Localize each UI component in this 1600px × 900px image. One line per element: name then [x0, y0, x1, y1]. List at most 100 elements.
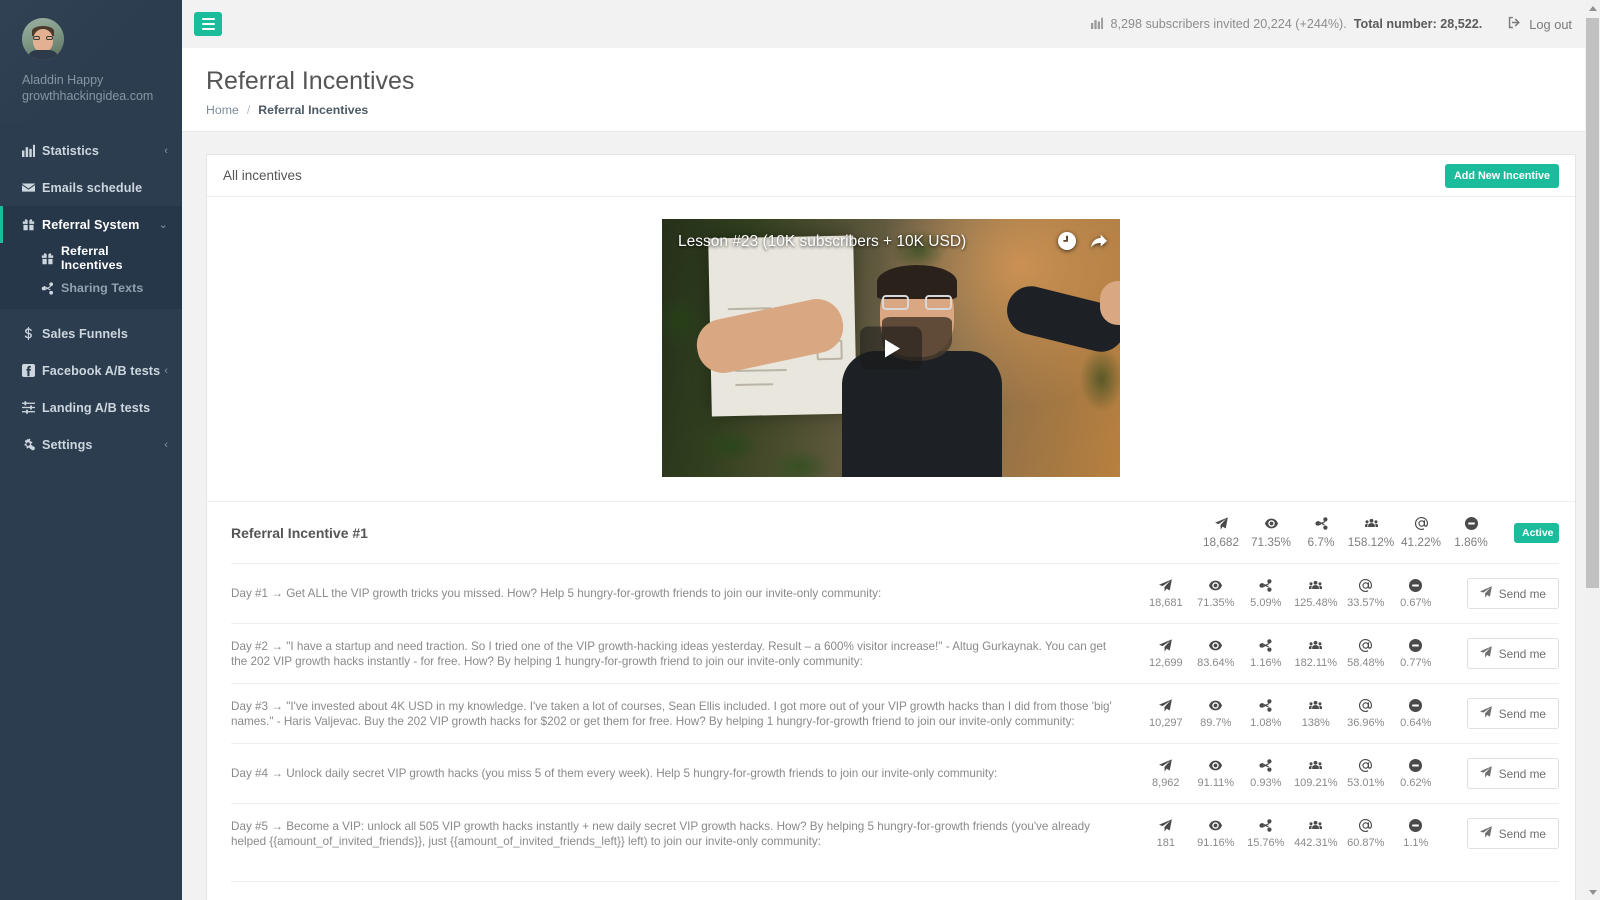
stat-value: 53.01%	[1347, 777, 1385, 789]
stat-value: 158.12%	[1347, 535, 1395, 549]
send-me-button[interactable]: Send me	[1466, 758, 1559, 789]
send-me-button[interactable]: Send me	[1466, 818, 1559, 849]
at-icon	[1341, 818, 1391, 833]
incentive-header: Referral Incentive #2 6,312 87.33% 1.83%…	[207, 882, 1575, 900]
logout-button[interactable]: Log out	[1508, 16, 1572, 32]
share-icon	[41, 281, 61, 295]
subscriber-total-text: Total number: 28,522.	[1353, 17, 1483, 31]
status-badge: Active	[1514, 522, 1559, 543]
sidebar-item-referral-incentives[interactable]: Referral Incentives	[0, 243, 182, 273]
subscriber-stats-text: 8,298 subscribers invited 20,224 (+244%)…	[1110, 17, 1347, 31]
row-text: Day #2 → "I have a startup and need trac…	[231, 639, 1107, 668]
send-me-label: Send me	[1498, 826, 1546, 841]
stat-value: 91.11%	[1197, 777, 1235, 789]
stat-invited: 109.21%	[1291, 758, 1341, 789]
stat-value: 5.09%	[1250, 597, 1282, 609]
envelope-icon	[22, 181, 42, 194]
sidebar-submenu: Referral Incentives Sharing Texts	[0, 243, 182, 309]
send-me-label: Send me	[1498, 586, 1546, 601]
eye-icon	[1191, 578, 1241, 593]
play-icon[interactable]	[860, 326, 922, 370]
paper-plane-icon	[1141, 578, 1191, 593]
eye-icon	[1191, 638, 1241, 653]
at-icon	[1396, 516, 1446, 531]
gift-icon	[41, 252, 61, 265]
users-icon	[1291, 638, 1341, 653]
sidebar-item-sharing-texts[interactable]: Sharing Texts	[0, 273, 182, 303]
gears-icon	[22, 438, 42, 451]
stat-value: 8,962	[1152, 777, 1180, 789]
stat-value: 0.67%	[1400, 597, 1432, 609]
scroll-down-arrow[interactable]	[1585, 884, 1600, 900]
clock-icon[interactable]	[1058, 232, 1076, 255]
scroll-up-arrow[interactable]	[1585, 0, 1600, 16]
profile-site: growthhackingidea.com	[22, 89, 154, 103]
stat-value: 0.77%	[1400, 657, 1432, 669]
video-player[interactable]: Lesson #23 (10K subscribers + 10K USD)	[662, 219, 1120, 477]
stat-shares: 1.08%	[1241, 698, 1291, 729]
row-text: Day #4 → Unlock daily secret VIP growth …	[231, 767, 998, 780]
sidebar-subitem-label: Sharing Texts	[61, 281, 144, 295]
stat-engagement: 33.57%	[1341, 578, 1391, 609]
share-icon	[1241, 578, 1291, 593]
send-me-label: Send me	[1498, 706, 1546, 721]
add-new-incentive-button[interactable]: Add New Incentive	[1445, 163, 1559, 188]
send-me-button[interactable]: Send me	[1466, 578, 1559, 609]
sidebar-item-statistics[interactable]: Statistics ‹	[0, 132, 182, 169]
scrollbar[interactable]	[1585, 0, 1600, 900]
stat-value: 41.22%	[1400, 535, 1441, 549]
sidebar-item-settings[interactable]: Settings ‹	[0, 426, 182, 463]
stat-unsubscribes: 0.77%	[1391, 638, 1441, 669]
chevron-left-icon: ‹	[164, 144, 168, 157]
incentive-rows: Day #1 → Get ALL the VIP growth tricks y…	[207, 563, 1575, 863]
topbar: 8,298 subscribers invited 20,224 (+244%)…	[182, 0, 1600, 48]
paper-plane-icon	[1196, 516, 1246, 531]
video-controls	[1058, 232, 1108, 255]
paper-plane-icon	[1141, 758, 1191, 773]
incentive-stats: 18,682 71.35% 6.7% 158.12% 41.22% 1.86%	[1196, 516, 1496, 549]
stat-value: 12,699	[1148, 657, 1183, 669]
stat-unsubscribes: 0.64%	[1391, 698, 1441, 729]
eye-icon	[1191, 758, 1241, 773]
minus-circle-icon	[1391, 818, 1441, 833]
stat-engagement: 41.22%	[1396, 516, 1446, 549]
sidebar-item-label: Landing A/B tests	[42, 400, 151, 415]
stat-opens: 89.7%	[1191, 698, 1241, 729]
sidebar: Aladdin Happy growthhackingidea.com Stat…	[0, 0, 182, 900]
sidebar-subitem-label: Referral Incentives	[61, 244, 123, 272]
stat-value: 109.21%	[1294, 777, 1338, 789]
chevron-left-icon: ‹	[164, 364, 168, 377]
at-icon	[1341, 758, 1391, 773]
table-row: Day #2 → "I have a startup and need trac…	[231, 623, 1559, 683]
stat-sent: 18,681	[1141, 578, 1191, 609]
paper-plane-icon	[1479, 706, 1492, 721]
sidebar-profile: Aladdin Happy growthhackingidea.com	[0, 0, 182, 124]
sidebar-item-sales-funnels[interactable]: Sales Funnels	[0, 315, 182, 352]
sidebar-group-referral-system: Referral System ⌄ Referral Incentives Sh…	[0, 206, 182, 309]
presenter	[692, 265, 1120, 477]
stat-invited: 125.48%	[1291, 578, 1341, 609]
breadcrumb: Home / Referral Incentives	[182, 103, 1600, 117]
stat-value: 18,681	[1148, 597, 1183, 609]
hamburger-icon[interactable]	[194, 12, 222, 36]
stat-invited: 182.11%	[1291, 638, 1341, 669]
stat-value: 91.16%	[1197, 837, 1235, 849]
chevron-left-icon: ‹	[164, 438, 168, 451]
share-icon	[1241, 698, 1291, 713]
stat-value: 58.48%	[1347, 657, 1385, 669]
share-arrow-icon[interactable]	[1090, 232, 1108, 255]
sidebar-item-referral-system[interactable]: Referral System ⌄	[0, 206, 182, 243]
send-me-button[interactable]: Send me	[1466, 638, 1559, 669]
send-me-button[interactable]: Send me	[1466, 698, 1559, 729]
sidebar-item-emails-schedule[interactable]: Emails schedule	[0, 169, 182, 206]
sidebar-item-facebook-ab-tests[interactable]: Facebook A/B tests ‹	[0, 352, 182, 389]
stat-value: 1.08%	[1250, 717, 1282, 729]
panel-header: All incentives Add New Incentive	[207, 155, 1575, 197]
sidebar-item-landing-ab-tests[interactable]: Landing A/B tests	[0, 389, 182, 426]
gift-icon	[22, 218, 42, 231]
facebook-icon	[22, 364, 42, 377]
minus-circle-icon	[1446, 516, 1496, 531]
breadcrumb-home[interactable]: Home	[206, 103, 239, 117]
scrollbar-thumb[interactable]	[1586, 18, 1599, 588]
breadcrumb-separator: /	[246, 103, 251, 117]
